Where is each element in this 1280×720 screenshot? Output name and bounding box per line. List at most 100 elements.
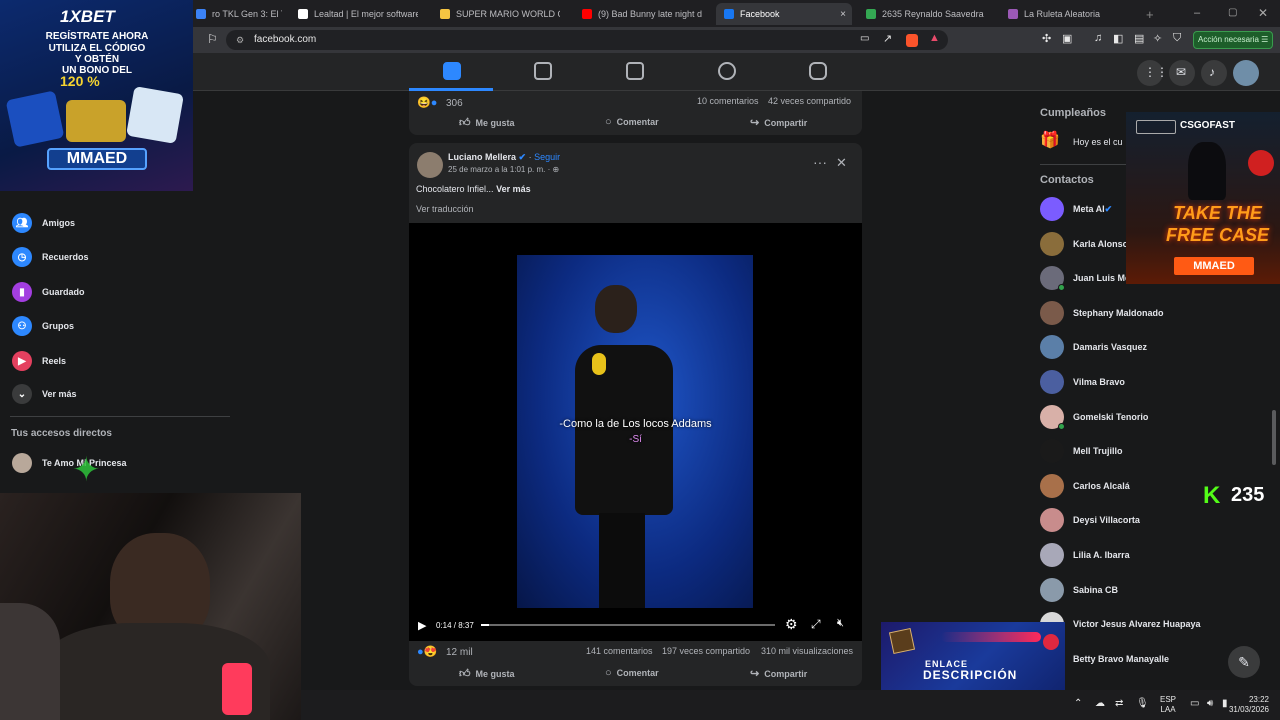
profile-avatar[interactable] (1233, 60, 1259, 86)
sidebar-item[interactable]: ▶ Reels (12, 349, 66, 373)
contact-item[interactable]: Mell Trujillo (1040, 438, 1123, 464)
settings-gear-icon[interactable]: ⚙ (785, 616, 798, 633)
site-info-icon[interactable]: ⚙ (236, 30, 244, 50)
browser-tab[interactable]: La Ruleta Aleatoria (1000, 3, 1130, 25)
contact-item[interactable]: Carlos Alcalá (1040, 473, 1130, 499)
post-share-button[interactable]: ↪ Compartir (750, 667, 807, 680)
browser-tab[interactable]: (9) Bad Bunny late night d (574, 3, 702, 25)
address-field[interactable]: ⚙ facebook.com (226, 30, 948, 50)
sidebar-item[interactable]: ⌄ Ver más (12, 382, 77, 406)
brave-shield-icon[interactable] (906, 34, 918, 47)
close-tab-icon[interactable]: × (840, 9, 846, 20)
brave-rewards-icon[interactable]: ▲ (929, 32, 940, 44)
contact-name: Carlos Alcalá (1073, 480, 1130, 491)
post-comment-button[interactable]: ○ Comentar (605, 667, 659, 679)
contact-item[interactable]: Damaris Vasquez (1040, 334, 1147, 360)
author-name[interactable]: Luciano Mellera ✔ · Seguir (448, 152, 560, 163)
reactions-icon[interactable]: 😆● (417, 96, 437, 109)
birthday-item[interactable]: 🎁 Hoy es el cu (1040, 129, 1123, 155)
extensions-icon[interactable]: ✣ (1042, 32, 1051, 45)
new-tab-button[interactable]: + (1146, 7, 1154, 22)
comments-count[interactable]: 10 comentarios (697, 96, 759, 106)
bookmark-icon[interactable]: ⚐ (207, 32, 218, 46)
post-views-count[interactable]: 310 mil visualizaciones (761, 646, 853, 656)
sidebar-item[interactable]: ⚇ Grupos (12, 314, 74, 338)
reactions-count[interactable]: 306 (446, 98, 463, 109)
clock[interactable]: 23:22 31/03/2026 (1223, 695, 1269, 715)
more-options-icon[interactable]: ··· (813, 154, 827, 170)
close-window-icon[interactable]: ✕ (1258, 6, 1268, 20)
browser-tab[interactable]: Lealtad | El mejor software para (290, 3, 418, 25)
browser-tab[interactable]: Facebook × (716, 3, 852, 25)
network-icon[interactable]: ⇄ (1115, 699, 1123, 709)
sidebar-item[interactable]: 👥︎ Amigos (12, 211, 75, 235)
post-shares-count[interactable]: 197 veces compartido (662, 646, 750, 656)
contact-item[interactable]: Stephany Maldonado (1040, 300, 1164, 326)
video-icon[interactable] (534, 62, 552, 80)
fullscreen-icon[interactable]: ⤢ (811, 617, 821, 632)
contact-item[interactable]: Juan Luis Me (1040, 265, 1130, 292)
contact-item[interactable]: Sabina CB (1040, 577, 1118, 603)
new-message-icon[interactable]: ✎ (1228, 646, 1260, 678)
like-button[interactable]: 👍︎ Me gusta (459, 116, 515, 129)
media-icon[interactable]: ♫ (1094, 32, 1102, 44)
contact-item[interactable]: Vilma Bravo (1040, 369, 1125, 395)
video-player[interactable]: -Como la de Los locos Addams -Sí ▶ 0:14 … (409, 223, 862, 641)
play-icon[interactable]: ▶ (418, 619, 426, 632)
wallet-icon[interactable]: ▣ (1062, 32, 1072, 45)
maximize-icon[interactable]: ▢ (1228, 7, 1237, 18)
share-icon[interactable]: ↗ (883, 32, 892, 45)
friends-icon: 👥︎ (12, 213, 32, 233)
language-indicator[interactable]: ESP LAA (1156, 695, 1180, 715)
sidebar-item[interactable]: ▮ Guardado (12, 280, 85, 304)
sidebar-icon[interactable]: ◧ (1113, 32, 1123, 45)
vpn-icon[interactable]: ⛉ (1173, 32, 1181, 45)
post-like-button[interactable]: 👍︎ Me gusta (459, 667, 515, 680)
browser-tab[interactable]: ro TKL Gen 3: El Teclado (188, 3, 282, 25)
mute-icon[interactable]: 🔇︎ (837, 617, 844, 630)
comment-button[interactable]: ○ Comentar (605, 116, 659, 128)
contact-item[interactable]: Lilia A. Ibarra (1040, 542, 1130, 568)
gaming-icon[interactable] (809, 62, 827, 80)
volume-icon[interactable]: 🔊︎ (1207, 699, 1213, 709)
ad-line-1: REGÍSTRATE AHORA (45, 31, 149, 42)
groups-nav-icon[interactable] (718, 62, 736, 80)
contact-item[interactable]: Gomelski Tenorio (1040, 404, 1148, 430)
contact-item[interactable]: Deysi Villacorta (1040, 507, 1140, 533)
share-button[interactable]: ↪ Compartir (750, 116, 807, 129)
minimize-icon[interactable]: – (1194, 7, 1200, 19)
csgofast-ad[interactable]: CSGOFAST TAKE THE FREE CASE MMAED (1126, 112, 1280, 284)
messenger-icon[interactable]: ✉ (1169, 60, 1195, 86)
post-reactions-count[interactable]: 12 mil (446, 647, 473, 658)
scrollbar-thumb[interactable] (1272, 410, 1276, 465)
shares-count[interactable]: 42 veces compartido (768, 96, 851, 106)
menu-grid-icon[interactable]: ⋮⋮ (1137, 60, 1168, 86)
browser-tab[interactable]: SUPER MARIO WORLD ONLINE (432, 3, 560, 25)
bookmarks-icon[interactable]: ▤ (1134, 32, 1144, 45)
leo-icon[interactable]: ✧ (1153, 32, 1162, 45)
display-icon[interactable]: ▭ (1190, 699, 1199, 709)
cast-icon[interactable]: ▭ (860, 33, 869, 44)
cloud-icon[interactable]: ☁ (1095, 699, 1105, 709)
microphone-icon[interactable]: 🎙︎ (1136, 699, 1149, 709)
post-date[interactable]: 25 de marzo a la 1:01 p. m. · ⊕ (448, 165, 559, 174)
home-icon[interactable] (443, 62, 461, 80)
translate-link[interactable]: Ver traducción (416, 204, 474, 214)
see-more-link[interactable]: Ver más (496, 184, 531, 194)
marketplace-icon[interactable] (626, 62, 644, 80)
contact-item[interactable]: Meta AI ✔ (1040, 196, 1112, 222)
close-post-icon[interactable]: ✕ (836, 155, 847, 171)
browser-tab[interactable]: 2635 Reynaldo Saavedra Pinón (858, 3, 986, 25)
sidebar-item[interactable]: ◷ Recuerdos (12, 245, 89, 269)
notifications-icon[interactable]: ♪ (1201, 60, 1227, 86)
contact-item[interactable]: Karla Alonso (1040, 231, 1128, 257)
progress-track[interactable] (481, 624, 775, 626)
follow-link[interactable]: Seguir (534, 152, 560, 162)
onexbet-ad[interactable]: 1XBET REGÍSTRATE AHORA UTILIZA EL CÓDIGO… (0, 0, 193, 191)
post-comments-count[interactable]: 141 comentarios (586, 646, 653, 656)
tray-chevron-icon[interactable]: ⌃ (1074, 699, 1082, 709)
author-avatar[interactable] (417, 152, 443, 178)
action-needed-button[interactable]: Acción necesaria ☰ (1193, 31, 1273, 49)
post-reactions-icon[interactable]: ●😍 (417, 645, 437, 658)
ad-promo-code: MMAED (47, 148, 147, 170)
